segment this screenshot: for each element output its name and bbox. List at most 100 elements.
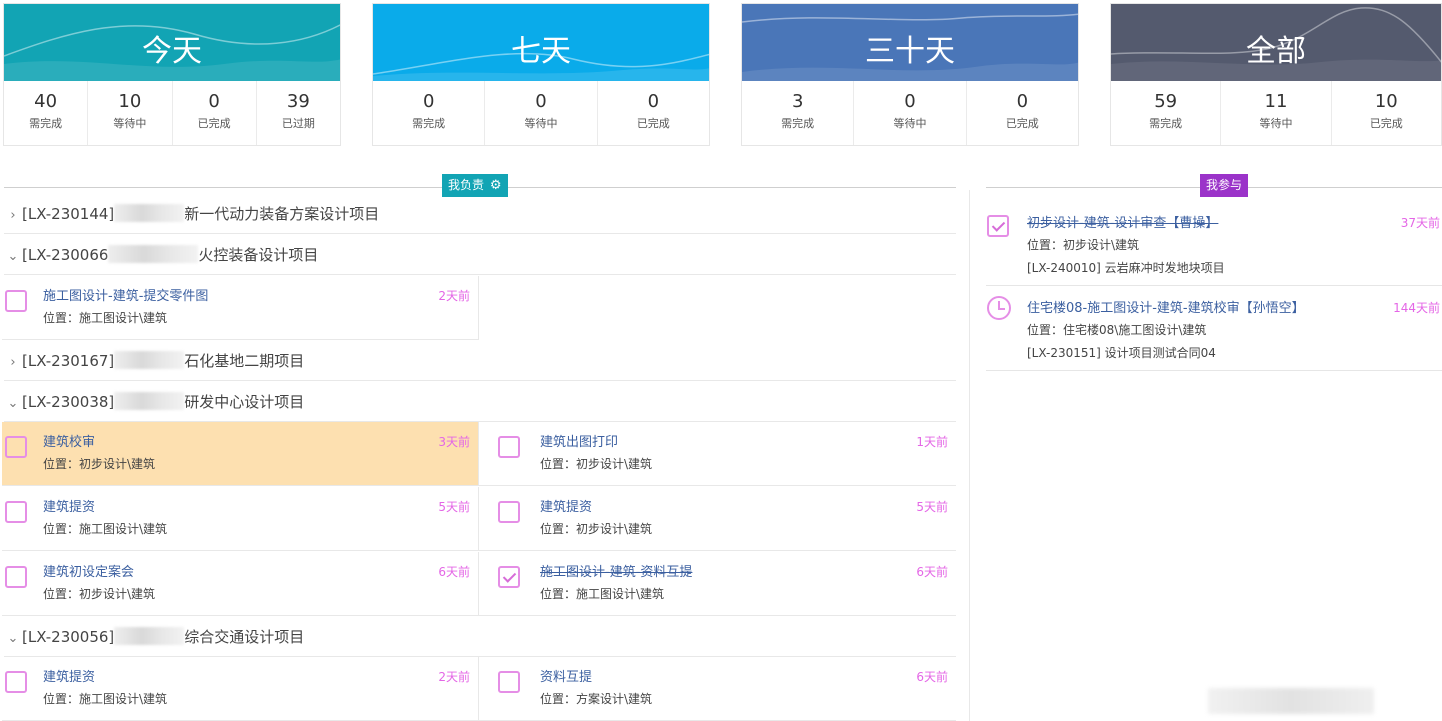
stat-done[interactable]: 0 已完成 [596, 81, 709, 145]
stat-label: 需完成 [412, 117, 446, 130]
task-item[interactable]: 建筑初设定案会 位置：初步设计\建筑 6天前 [2, 552, 479, 616]
stat-todo[interactable]: 0 需完成 [373, 81, 484, 145]
task-age: 2天前 [438, 289, 470, 303]
card-title: 全部 [1246, 34, 1306, 69]
stat-waiting[interactable]: 11 等待中 [1220, 81, 1330, 145]
clock-icon [987, 296, 1011, 320]
participate-task-item[interactable]: 初步设计-建筑-设计审查【曹操】 位置：初步设计\建筑 [LX-240010] … [986, 201, 1442, 286]
task-title[interactable]: 施工图设计-建筑-提交零件图 [43, 285, 208, 304]
project-name: 石化基地二期项目 [184, 352, 305, 370]
stat-done[interactable]: 0 已完成 [965, 81, 1078, 145]
project-row[interactable]: ⌄ [LX-230066 火控装备设计项目 [4, 235, 956, 275]
task-item[interactable]: 建筑提资 位置：施工图设计\建筑 2天前 [2, 657, 479, 721]
stat-label: 已过期 [281, 117, 315, 130]
summary-card-all[interactable]: 全部 59 需完成 11 等待中 10 已完成 [1110, 3, 1442, 146]
task-title[interactable]: 住宅楼08-施工图设计-建筑-建筑校审【孙悟空】 [1027, 297, 1305, 316]
chevron-down-icon[interactable]: ⌄ [4, 619, 22, 659]
stat-waiting[interactable]: 0 等待中 [853, 81, 965, 145]
redacted-watermark [1208, 688, 1374, 714]
task-item[interactable]: 建筑提资 位置：施工图设计\建筑 5天前 [2, 487, 479, 551]
stat-value: 10 [118, 91, 142, 112]
project-row[interactable]: › [LX-230144] 新一代动力装备方案设计项目 [4, 194, 956, 234]
stat-label: 已完成 [636, 117, 670, 130]
task-item[interactable]: 施工图设计-建筑-资料互提 位置：施工图设计\建筑 6天前 [479, 552, 956, 616]
task-item[interactable]: 建筑校审 位置：初步设计\建筑 3天前 [2, 422, 479, 486]
stat-done[interactable]: 0 已完成 [171, 81, 256, 145]
task-location: 位置：初步设计\建筑 [43, 457, 156, 471]
project-row[interactable]: › [LX-230167] 石化基地二期项目 [4, 341, 956, 381]
project-code: [LX-230066 [22, 246, 109, 264]
checkbox-icon[interactable] [5, 436, 27, 458]
task-title[interactable]: 初步设计-建筑-设计审查【曹操】 [1027, 212, 1218, 231]
task-age: 6天前 [438, 565, 470, 579]
stat-waiting[interactable]: 0 等待中 [484, 81, 596, 145]
task-location: 位置：施工图设计\建筑 [540, 587, 665, 601]
task-title[interactable]: 建筑提资 [43, 496, 95, 515]
summary-card-seven-days[interactable]: 七天 0 需完成 0 等待中 0 已完成 [372, 3, 710, 146]
stat-todo[interactable]: 3 需完成 [742, 81, 853, 145]
project-name: 新一代动力装备方案设计项目 [184, 205, 380, 223]
stat-value: 0 [647, 91, 660, 112]
task-location: 位置：住宅楼08\施工图设计\建筑 [1027, 323, 1207, 337]
stat-label: 等待中 [893, 117, 927, 130]
project-row[interactable]: ⌄ [LX-230056] 综合交通设计项目 [4, 617, 956, 657]
task-title[interactable]: 建筑出图打印 [540, 431, 618, 450]
task-title[interactable]: 施工图设计-建筑-资料互提 [540, 561, 692, 580]
stat-label: 已完成 [197, 117, 231, 130]
task-project: [LX-240010] 云岩麻冲时发地块项目 [1027, 261, 1225, 275]
stat-done[interactable]: 10 已完成 [1330, 81, 1441, 145]
stat-overdue[interactable]: 39 已过期 [255, 81, 340, 145]
card-title: 七天 [511, 34, 571, 69]
participate-tab[interactable]: 我参与 [1200, 174, 1249, 197]
chevron-down-icon[interactable]: ⌄ [4, 237, 22, 277]
checkbox-icon[interactable] [5, 671, 27, 693]
task-item[interactable]: 施工图设计-建筑-提交零件图 位置：施工图设计\建筑 2天前 [2, 276, 479, 340]
checkbox-icon[interactable] [5, 290, 27, 312]
task-age: 37天前 [1400, 216, 1440, 230]
redacted-name [114, 204, 185, 222]
task-item[interactable]: 资料互提 位置：方案设计\建筑 6天前 [479, 657, 956, 721]
checkbox-checked-icon[interactable] [498, 566, 520, 588]
card-header: 今天 [4, 4, 340, 81]
stat-label: 等待中 [524, 117, 558, 130]
chevron-right-icon[interactable]: › [4, 196, 22, 236]
stat-waiting[interactable]: 10 等待中 [87, 81, 171, 145]
task-age: 5天前 [916, 500, 948, 514]
stat-label: 等待中 [1259, 117, 1293, 130]
stat-todo[interactable]: 59 需完成 [1111, 81, 1220, 145]
project-name: 火控装备设计项目 [198, 246, 319, 264]
task-title[interactable]: 建筑提资 [43, 666, 95, 685]
task-location: 位置：初步设计\建筑 [540, 522, 653, 536]
task-title[interactable]: 建筑校审 [43, 431, 95, 450]
checkbox-icon[interactable] [498, 436, 520, 458]
task-age: 5天前 [438, 500, 470, 514]
mine-tab-label: 我负责 [448, 178, 485, 192]
checkbox-icon[interactable] [5, 501, 27, 523]
checkbox-icon[interactable] [498, 501, 520, 523]
participate-task-item[interactable]: 住宅楼08-施工图设计-建筑-建筑校审【孙悟空】 位置：住宅楼08\施工图设计\… [986, 286, 1442, 371]
stat-label: 已完成 [1369, 117, 1403, 130]
gear-icon[interactable]: ⚙ [490, 178, 502, 193]
column-separator [969, 190, 970, 721]
task-location: 位置：初步设计\建筑 [43, 587, 156, 601]
summary-card-today[interactable]: 今天 40 需完成 10 等待中 0 已完成 39 已过期 [3, 3, 341, 146]
redacted-name [114, 627, 185, 645]
task-age: 144天前 [1393, 301, 1440, 315]
summary-card-thirty-days[interactable]: 三十天 3 需完成 0 等待中 0 已完成 [741, 3, 1079, 146]
stat-todo[interactable]: 40 需完成 [4, 81, 87, 145]
task-title[interactable]: 建筑初设定案会 [43, 561, 134, 580]
task-location: 位置：初步设计\建筑 [540, 457, 653, 471]
task-item[interactable]: 建筑出图打印 位置：初步设计\建筑 1天前 [479, 422, 956, 486]
checkbox-checked-icon[interactable] [987, 215, 1009, 237]
chevron-down-icon[interactable]: ⌄ [4, 384, 22, 424]
participate-tab-label: 我参与 [1206, 178, 1243, 192]
task-item[interactable]: 建筑提资 位置：初步设计\建筑 5天前 [479, 487, 956, 551]
task-title[interactable]: 建筑提资 [540, 496, 592, 515]
checkbox-icon[interactable] [5, 566, 27, 588]
chevron-right-icon[interactable]: › [4, 343, 22, 383]
stat-value: 59 [1154, 91, 1178, 112]
project-row[interactable]: ⌄ [LX-230038] 研发中心设计项目 [4, 382, 956, 422]
stat-value: 0 [1016, 91, 1029, 112]
task-title[interactable]: 资料互提 [540, 666, 592, 685]
checkbox-icon[interactable] [498, 671, 520, 693]
